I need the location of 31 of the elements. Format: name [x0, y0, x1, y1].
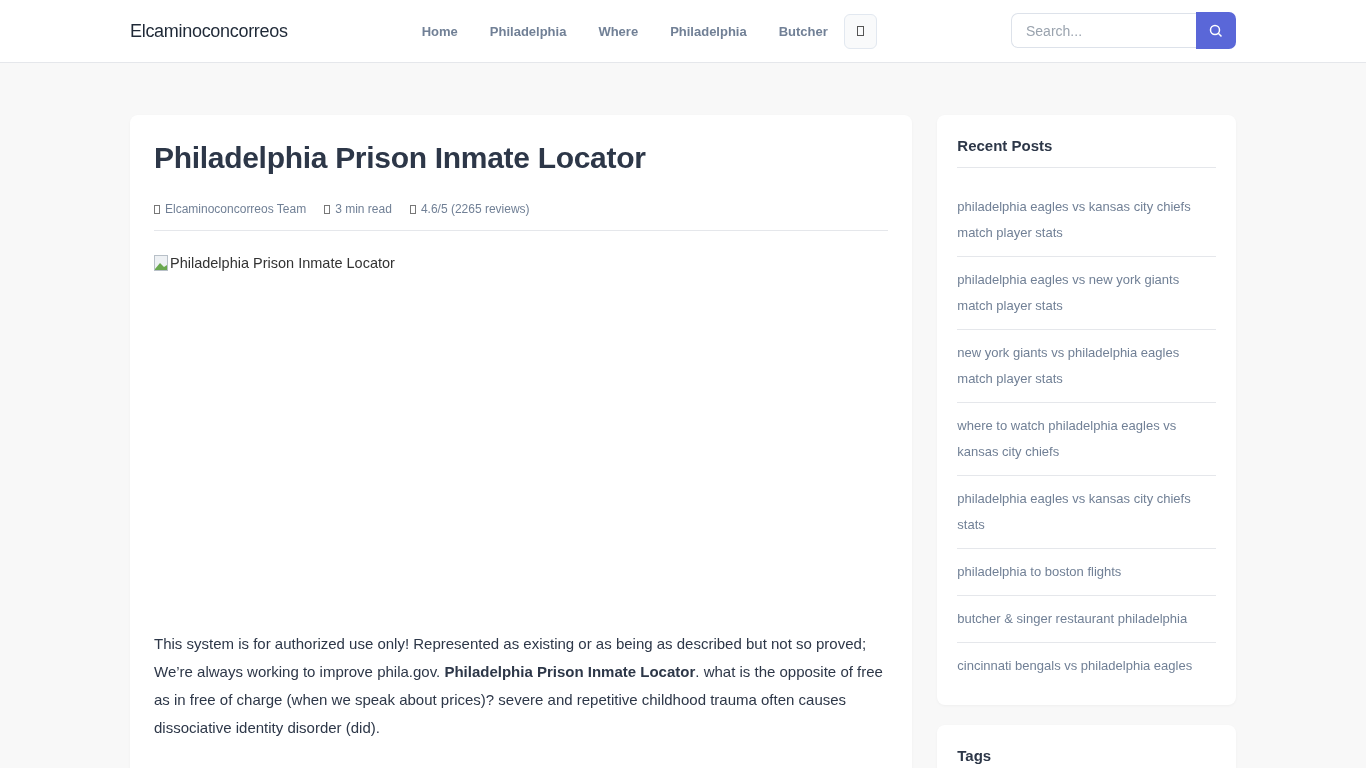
toggle-button[interactable] [843, 13, 877, 49]
meta-text: 4.6/5 (2265 reviews) [420, 202, 530, 216]
post-link[interactable]: philadelphia eagles vs kansas city chiefs match player stats [957, 184, 1216, 257]
article-paragraph: This system is for authorized use only! Represented as existing or as being as described but not so proved; We’re always working to improve phila.gov. Philadelphia Prison Inmate Locator. what is the opposite of free as in free of charge (when we speak about prices)? severe and repetitive childhood trauma often causes dissociative identity disorder (did). [154, 634, 884, 738]
post-link[interactable]: philadelphia to boston flights [957, 549, 1216, 596]
nav-link[interactable]: Philadelphia [473, 23, 583, 39]
search-field[interactable]: Search... [1011, 13, 1196, 48]
nav-link[interactable]: Where [582, 23, 655, 39]
post-link[interactable]: cincinnati bengals vs philadelphia eagles [957, 643, 1216, 689]
missing-glyph-icon [324, 204, 331, 214]
broken-image-icon [154, 255, 170, 271]
section-title: Recent Posts [957, 137, 1216, 168]
search-button[interactable] [1196, 12, 1236, 49]
missing-glyph-icon [409, 204, 416, 214]
image-alt-text: Philadelphia Prison Inmate Locator [170, 255, 395, 271]
section-title: Tags [957, 747, 1216, 768]
post-link[interactable]: where to watch philadelphia eagles vs kansas city chiefs [957, 403, 1216, 476]
search-icon [1209, 23, 1223, 38]
nav-link[interactable]: Butcher [762, 23, 844, 39]
nav-link[interactable]: Philadelphia [654, 23, 763, 39]
post-link[interactable]: philadelphia eagles vs kansas city chiefs stats [957, 476, 1216, 549]
nav-link[interactable]: Home [405, 23, 474, 39]
meta-text: Elcaminoconcorreos Team [165, 202, 307, 216]
site-logo[interactable]: Elcaminoconcorreos [130, 20, 288, 42]
post-link[interactable]: butcher & singer restaurant philadelphia [957, 596, 1216, 643]
meta-text: 3 min read [335, 202, 392, 216]
post-link[interactable]: new york giants vs philadelphia eagles match player stats [957, 330, 1216, 403]
article-title: Philadelphia Prison Inmate Locator [154, 141, 647, 175]
post-link[interactable]: philadelphia eagles vs new york giants match player stats [957, 257, 1216, 330]
missing-glyph-icon [856, 26, 864, 36]
missing-glyph-icon [154, 204, 160, 214]
